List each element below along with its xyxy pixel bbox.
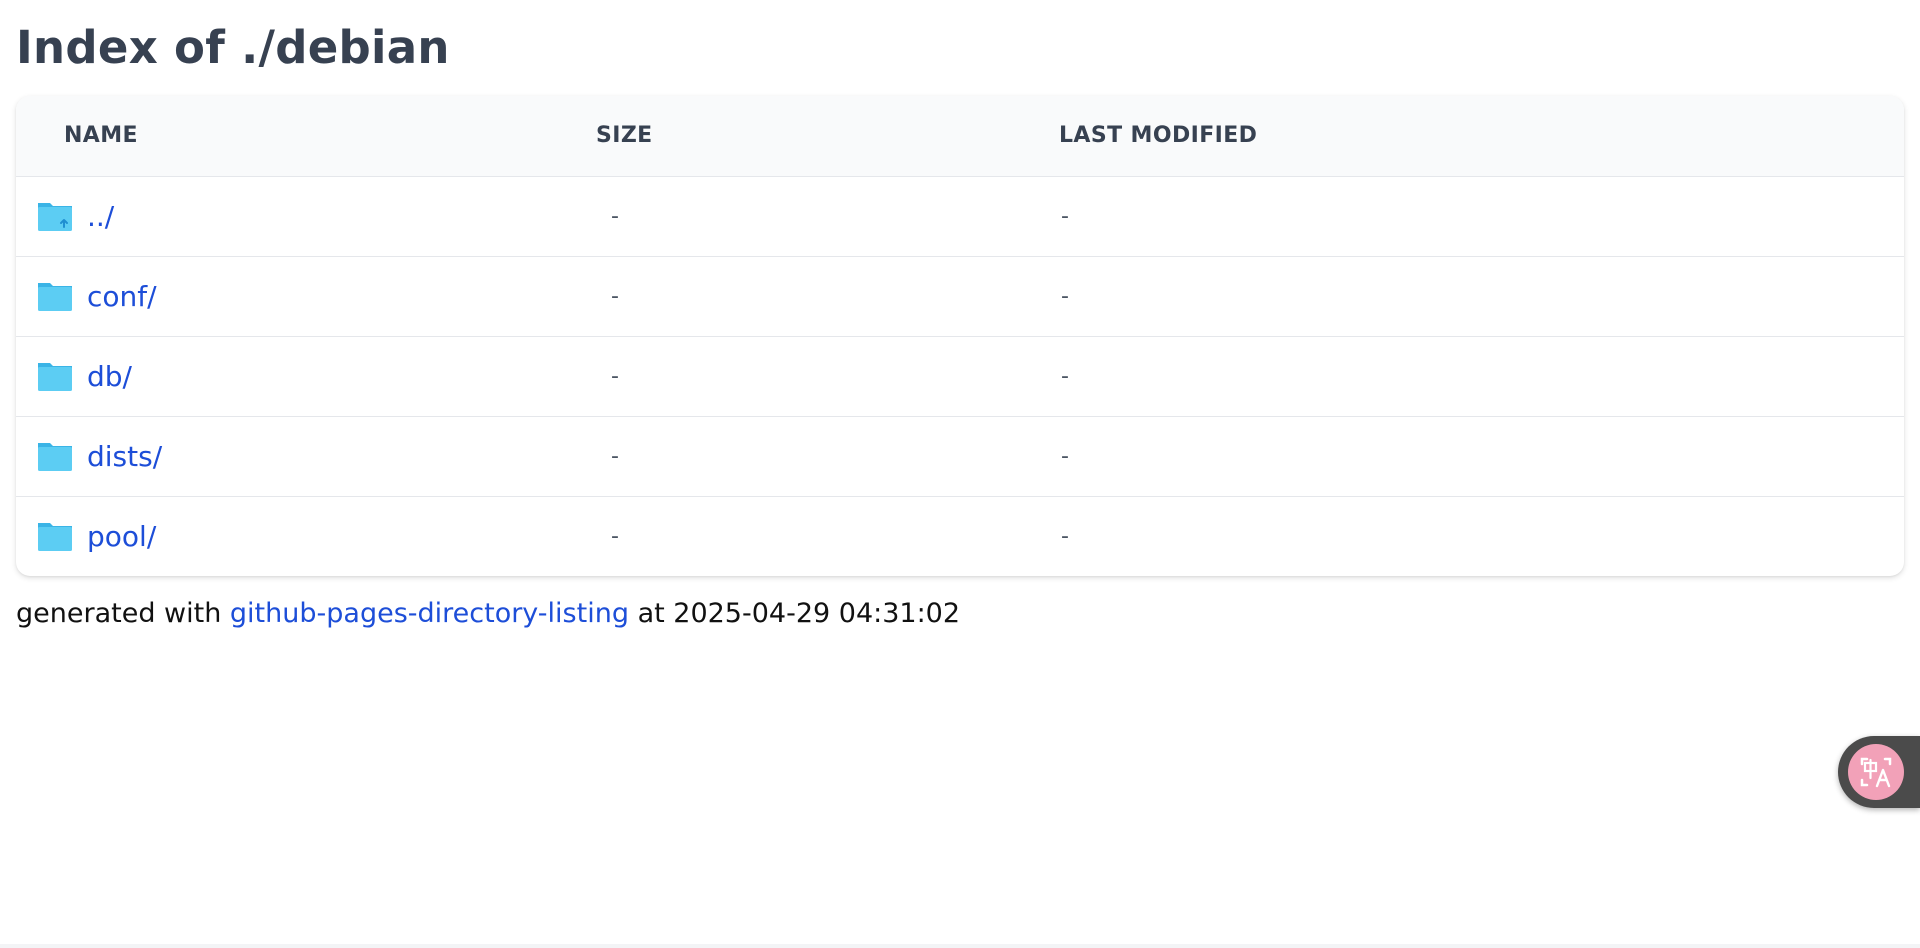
size-cell: - <box>611 443 619 469</box>
modified-cell: - <box>1061 363 1069 389</box>
name-cell: db/ <box>16 336 596 416</box>
table-row: dists/ - - <box>16 416 1904 496</box>
listing-table-card: NAME SIZE LAST MODIFIED ../ - - conf/ - … <box>16 96 1904 576</box>
footer-timestamp: at 2025-04-29 04:31:02 <box>637 598 961 629</box>
table-row: pool/ - - <box>16 496 1904 576</box>
modified-cell: - <box>1061 523 1069 549</box>
page-title: Index of ./debian <box>16 21 450 74</box>
bottom-divider <box>0 944 1920 948</box>
page: Index of ./debian NAME SIZE LAST MODIFIE… <box>0 0 1920 948</box>
column-header-last-modified[interactable]: LAST MODIFIED <box>1059 96 1904 176</box>
size-cell: - <box>611 203 619 229</box>
folder-up-icon <box>38 203 72 231</box>
folder-icon <box>38 523 72 552</box>
entry-link-conf[interactable]: conf/ <box>87 280 157 313</box>
translate-icon <box>1860 757 1892 788</box>
folder-icon <box>38 363 72 391</box>
modified-cell: - <box>1061 283 1069 309</box>
column-header-name[interactable]: NAME <box>16 96 596 176</box>
column-header-size[interactable]: SIZE <box>596 96 1059 176</box>
table-row: db/ - - <box>16 336 1904 416</box>
footer-prefix: generated with <box>16 598 222 629</box>
entry-link-parent[interactable]: ../ <box>87 200 114 233</box>
size-cell: - <box>611 523 619 549</box>
table-row: conf/ - - <box>16 256 1904 336</box>
table-row: ../ - - <box>16 176 1904 256</box>
entry-link-dists[interactable]: dists/ <box>87 440 162 473</box>
table-header-row: NAME SIZE LAST MODIFIED <box>16 96 1904 176</box>
name-cell: pool/ <box>16 496 596 576</box>
translate-widget[interactable] <box>1838 736 1920 808</box>
modified-cell: - <box>1061 203 1069 229</box>
name-cell: dists/ <box>16 416 596 496</box>
entry-link-db[interactable]: db/ <box>87 360 132 393</box>
translate-badge[interactable] <box>1848 744 1904 800</box>
folder-icon <box>38 283 72 311</box>
size-cell: - <box>611 363 619 389</box>
generator-link[interactable]: github-pages-directory-listing <box>230 598 629 629</box>
name-cell: ../ <box>16 176 596 256</box>
folder-icon <box>38 443 72 471</box>
size-cell: - <box>611 283 619 309</box>
name-cell: conf/ <box>16 256 596 336</box>
listing-table: NAME SIZE LAST MODIFIED ../ - - conf/ - … <box>16 96 1904 576</box>
footer: generated with github-pages-directory-li… <box>16 596 1904 632</box>
entry-link-pool[interactable]: pool/ <box>87 520 156 553</box>
modified-cell: - <box>1061 443 1069 469</box>
